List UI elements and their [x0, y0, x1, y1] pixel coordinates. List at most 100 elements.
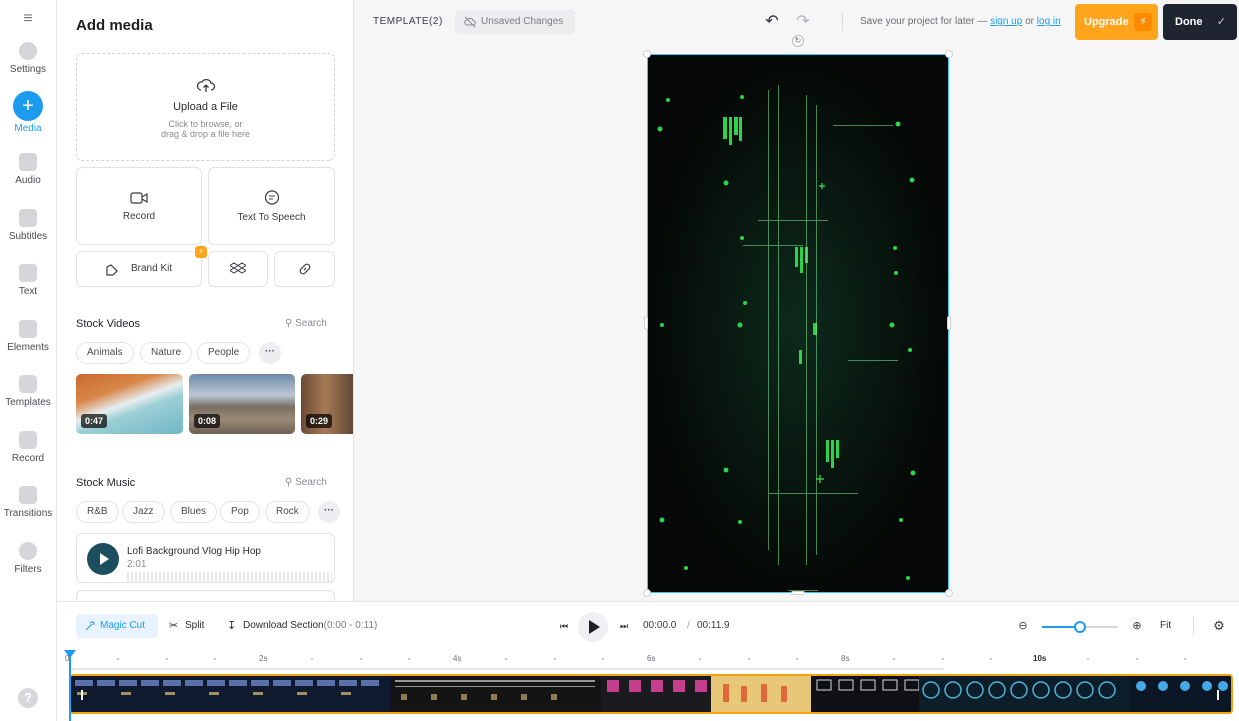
- unsaved-changes-badge: Unsaved Changes: [455, 10, 575, 34]
- canvas-area: ↻: [355, 35, 1239, 601]
- fast-forward-icon[interactable]: ⏭: [617, 619, 631, 633]
- zoom-out-icon[interactable]: ⊖: [1016, 619, 1030, 633]
- resize-handle[interactable]: [947, 316, 951, 330]
- rotate-icon[interactable]: ↻: [792, 35, 804, 47]
- search-icon: ⚲: [285, 477, 293, 488]
- chip-rock[interactable]: Rock: [265, 501, 310, 523]
- stock-video-thumb[interactable]: 0:08: [189, 374, 295, 434]
- music-track-card[interactable]: [76, 590, 335, 601]
- stock-music-title: Stock Music: [76, 477, 136, 489]
- record-icon: [19, 431, 37, 449]
- timeline: Magic Cut ✂ Split ↧ Download Section(0:0…: [57, 601, 1239, 721]
- search-label: Search: [295, 318, 327, 329]
- more-icon[interactable]: ···: [259, 342, 281, 364]
- ruler-label: 2s: [259, 654, 268, 663]
- record-button[interactable]: Record: [76, 167, 202, 245]
- log-in-link[interactable]: log in: [1037, 16, 1061, 27]
- chip-people[interactable]: People: [197, 342, 251, 364]
- bolt-icon: ⚡: [1134, 13, 1152, 31]
- rail-item-filters[interactable]: Filters: [0, 542, 56, 592]
- rail-item-text[interactable]: Text: [0, 264, 56, 314]
- chip-blues[interactable]: Blues: [170, 501, 218, 523]
- plus-icon: +: [13, 91, 43, 121]
- video-preview[interactable]: [647, 54, 949, 593]
- video-duration: 0:29: [306, 414, 333, 428]
- ruler-tick: [602, 658, 604, 660]
- rail-item-media[interactable]: + Media: [0, 91, 56, 147]
- zoom-slider-knob[interactable]: [1074, 621, 1086, 633]
- text-to-speech-button[interactable]: Text To Speech: [208, 167, 335, 245]
- ruler-tick: [942, 658, 944, 660]
- upgrade-button[interactable]: Upgrade ⚡: [1075, 4, 1158, 40]
- rail-item-transitions[interactable]: Transitions: [0, 486, 56, 536]
- time-separator: /: [687, 620, 690, 631]
- zoom-in-icon[interactable]: ⊕: [1130, 619, 1144, 633]
- rail-item-settings[interactable]: Settings: [0, 42, 56, 92]
- dropbox-button[interactable]: [208, 251, 268, 287]
- magic-wand-icon: [85, 621, 95, 631]
- rail-label: Text: [18, 286, 38, 297]
- help-icon[interactable]: ?: [18, 688, 38, 708]
- rail-label: Subtitles: [8, 231, 48, 242]
- clip-trim-handle[interactable]: [81, 690, 83, 700]
- chip-pop[interactable]: Pop: [220, 501, 260, 523]
- play-button[interactable]: [578, 612, 608, 642]
- resize-handle[interactable]: [644, 316, 648, 330]
- unsaved-label: Unsaved Changes: [481, 16, 564, 27]
- brand-kit-button[interactable]: Brand Kit ⚡: [76, 246, 207, 287]
- link-button[interactable]: [274, 251, 335, 287]
- project-name[interactable]: TEMPLATE(2): [373, 16, 443, 27]
- search-icon: ⚲: [285, 318, 293, 329]
- ruler-tick: [893, 658, 895, 660]
- rewind-icon[interactable]: ⏮: [557, 619, 571, 633]
- undo-icon[interactable]: ↶: [763, 13, 781, 31]
- resize-handle[interactable]: [643, 589, 651, 597]
- fit-button[interactable]: Fit: [1160, 620, 1171, 631]
- rail-item-record[interactable]: Record: [0, 431, 56, 481]
- video-editor-app: ≡ Settings + Media Audio Subtitles Text …: [0, 0, 1239, 721]
- split-button[interactable]: ✂ Split: [169, 614, 204, 638]
- stock-video-thumb[interactable]: 0:29: [301, 374, 353, 434]
- stock-videos-search[interactable]: ⚲ Search: [285, 318, 327, 329]
- cloud-upload-icon: [196, 78, 215, 92]
- sign-up-link[interactable]: sign up: [990, 16, 1022, 27]
- premium-bolt-icon: ⚡: [195, 246, 207, 258]
- playhead[interactable]: [64, 650, 76, 721]
- magic-cut-button[interactable]: Magic Cut: [76, 614, 158, 638]
- chip-rnb[interactable]: R&B: [76, 501, 119, 523]
- subtitles-icon: [19, 209, 37, 227]
- rail-label: Templates: [5, 397, 51, 408]
- resize-handle[interactable]: [945, 50, 953, 58]
- resize-handle[interactable]: [791, 591, 805, 595]
- more-icon[interactable]: ···: [318, 501, 340, 523]
- menu-icon[interactable]: ≡: [20, 11, 36, 27]
- gear-icon[interactable]: ⚙: [1212, 619, 1226, 633]
- rail-item-subtitles[interactable]: Subtitles: [0, 209, 56, 259]
- play-icon[interactable]: [87, 543, 119, 575]
- ruler-label: 10s: [1033, 654, 1047, 663]
- chip-nature[interactable]: Nature: [140, 342, 193, 364]
- stock-video-thumb[interactable]: 0:47: [76, 374, 183, 434]
- timeline-scrollbar[interactable]: [69, 668, 944, 670]
- chip-animals[interactable]: Animals: [76, 342, 134, 364]
- rail-item-elements[interactable]: Elements: [0, 320, 56, 370]
- rail-label: Elements: [7, 342, 49, 353]
- resize-handle[interactable]: [643, 50, 651, 58]
- resize-handle[interactable]: [945, 589, 953, 597]
- download-section-button[interactable]: ↧ Download Section(0:00 - 0:11): [227, 614, 377, 638]
- rail-label: Transitions: [3, 508, 53, 519]
- download-range: (0:00 - 0:11): [323, 620, 378, 631]
- upload-dropzone[interactable]: Upload a File Click to browse, or drag &…: [76, 53, 335, 161]
- clip-trim-handle[interactable]: [1217, 690, 1219, 700]
- music-track-card[interactable]: Lofi Background Vlog Hip Hop 2:01: [76, 533, 335, 583]
- rail-item-templates[interactable]: Templates: [0, 375, 56, 425]
- rail-item-audio[interactable]: Audio: [0, 153, 56, 203]
- redo-icon[interactable]: ↷: [794, 13, 812, 31]
- save-prefix: Save your project for later —: [860, 16, 988, 27]
- clip-thumbnails: [71, 676, 1231, 712]
- stock-music-search[interactable]: ⚲ Search: [285, 477, 327, 488]
- video-track-clip[interactable]: [69, 674, 1233, 714]
- chip-jazz[interactable]: Jazz: [122, 501, 165, 523]
- done-button[interactable]: Done ✓: [1163, 4, 1237, 40]
- split-label: Split: [185, 620, 205, 631]
